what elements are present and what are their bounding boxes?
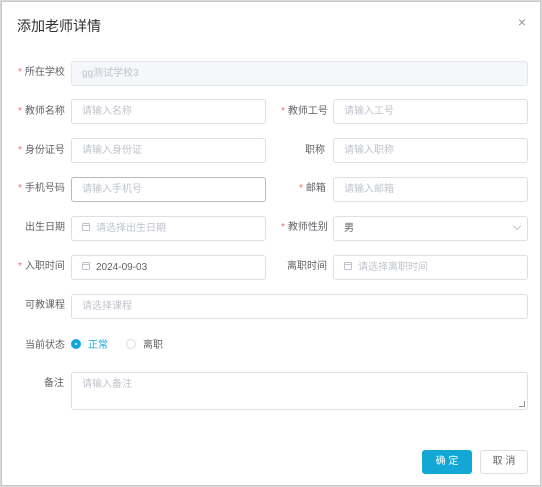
courses-label: 可教课程 xyxy=(25,300,65,311)
required-mark: * xyxy=(281,222,285,233)
hire-date-picker[interactable]: 2024-09-03 xyxy=(71,255,266,280)
id-card-label: * 身份证号 xyxy=(18,145,65,156)
teacher-number-input[interactable]: 请输入工号 xyxy=(333,99,528,124)
confirm-button[interactable]: 确 定 xyxy=(422,450,472,474)
cancel-button[interactable]: 取 消 xyxy=(480,450,528,474)
required-mark: * xyxy=(299,183,303,194)
phone-input[interactable]: 请输入手机号 xyxy=(71,177,266,202)
close-icon[interactable]: × xyxy=(518,15,526,29)
required-mark: * xyxy=(18,106,22,117)
school-label: * 所在学校 xyxy=(18,67,65,78)
required-mark: * xyxy=(18,183,22,194)
status-radio-resigned[interactable]: 离职 xyxy=(126,339,163,352)
id-card-input[interactable]: 请输入身份证 xyxy=(71,138,266,163)
job-title-label: 职称 xyxy=(305,145,325,156)
gender-label: * 教师性别 xyxy=(281,222,328,233)
required-mark: * xyxy=(18,145,22,156)
add-teacher-dialog: 添加老师详情 × * 所在学校 gg测试学校3 * 教师名称 请输入名称 * 教师工号… xyxy=(1,1,541,486)
leave-date-label: 离职时间 xyxy=(287,261,327,272)
calendar-icon xyxy=(82,262,90,271)
leave-date-picker[interactable]: 请选择离职时间 xyxy=(333,255,528,280)
radio-checked-icon xyxy=(71,339,81,350)
birthday-label: 出生日期 xyxy=(25,222,65,233)
calendar-icon xyxy=(344,262,352,271)
calendar-icon xyxy=(82,223,90,232)
school-field: gg测试学校3 xyxy=(71,61,528,86)
birthday-date-picker[interactable]: 请选择出生日期 xyxy=(71,216,266,241)
courses-select[interactable]: 请选择课程 xyxy=(71,294,528,319)
hire-date-label: * 入职时间 xyxy=(18,261,65,272)
email-label: * 邮箱 xyxy=(299,183,326,194)
gender-select[interactable]: 男 xyxy=(333,216,528,241)
chevron-down-icon xyxy=(512,221,522,231)
teacher-name-label: * 教师名称 xyxy=(18,106,65,117)
email-input[interactable]: 请输入邮箱 xyxy=(333,177,528,202)
radio-unchecked-icon xyxy=(126,339,136,350)
status-label: 当前状态 xyxy=(25,340,65,351)
resize-handle-icon[interactable] xyxy=(519,401,525,407)
required-mark: * xyxy=(18,67,22,78)
required-mark: * xyxy=(281,106,285,117)
required-mark: * xyxy=(18,261,22,272)
teacher-number-label: * 教师工号 xyxy=(281,106,328,117)
remark-textarea[interactable]: 请输入备注 xyxy=(71,372,528,410)
phone-label: * 手机号码 xyxy=(18,183,65,194)
teacher-name-input[interactable]: 请输入名称 xyxy=(71,99,266,124)
status-radio-active[interactable]: 正常 xyxy=(71,339,108,352)
dialog-title: 添加老师详情 xyxy=(17,18,101,34)
job-title-input[interactable]: 请输入职称 xyxy=(333,138,528,163)
remark-label: 备注 xyxy=(44,378,64,389)
